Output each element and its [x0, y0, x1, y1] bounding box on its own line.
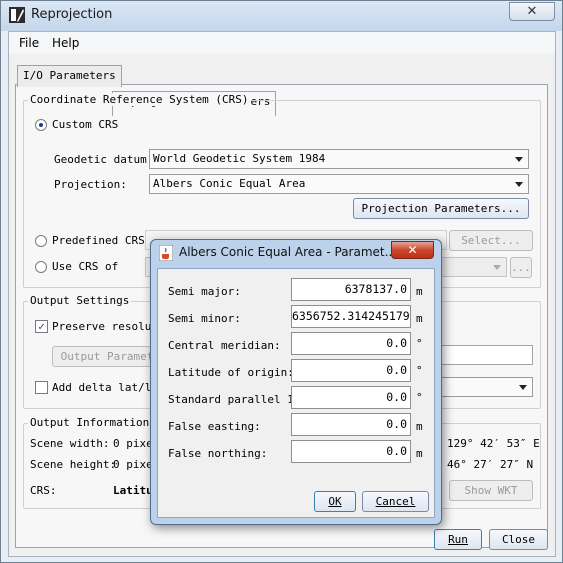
- false-easting-input[interactable]: 0.0: [291, 413, 411, 436]
- output-settings-field[interactable]: [429, 345, 533, 365]
- select-crs-button[interactable]: Select...: [449, 230, 533, 251]
- standard-parallel-1-label: Standard parallel 1:: [168, 393, 301, 406]
- window-close-button[interactable]: ✕: [509, 2, 555, 21]
- chevron-down-icon: [519, 385, 527, 390]
- central-meridian-unit: °: [416, 337, 423, 350]
- crs-info-value: Latitu: [113, 484, 153, 497]
- tab-io-parameters[interactable]: I/O Parameters: [17, 65, 122, 87]
- run-button-label: Run: [448, 533, 468, 546]
- custom-crs-radio[interactable]: [35, 119, 47, 131]
- chevron-down-icon: [515, 182, 523, 187]
- dialog-title: Albers Conic Equal Area - Paramet...: [179, 245, 397, 259]
- semi-minor-label: Semi minor:: [168, 312, 241, 325]
- false-northing-input[interactable]: 0.0: [291, 440, 411, 463]
- center-latitude-value: 46° 27′ 27″ N: [447, 458, 534, 471]
- use-crs-of-label: Use CRS of: [52, 260, 119, 273]
- menu-help[interactable]: Help: [52, 36, 79, 50]
- standard-parallel-1-input[interactable]: 0.0: [291, 386, 411, 409]
- latitude-of-origin-label: Latitude of origin:: [168, 366, 294, 379]
- use-crs-of-radio[interactable]: [35, 261, 47, 273]
- projection-select[interactable]: Albers Conic Equal Area: [149, 174, 529, 194]
- false-easting-unit: m: [416, 420, 423, 433]
- use-crs-browse-button[interactable]: ...: [510, 257, 532, 278]
- window-titlebar[interactable]: Reprojection ✕: [1, 1, 562, 31]
- semi-minor-input[interactable]: 6356752.314245179: [291, 305, 411, 328]
- predefined-crs-label: Predefined CRS: [52, 234, 145, 247]
- geodetic-datum-value: World Geodetic System 1984: [153, 152, 326, 165]
- dialog-close-button[interactable]: ✕: [391, 241, 434, 259]
- false-northing-label: False northing:: [168, 447, 268, 460]
- close-button[interactable]: Close: [489, 529, 548, 550]
- standard-parallel-1-unit: °: [416, 391, 423, 404]
- app-icon: [9, 7, 25, 23]
- central-meridian-input[interactable]: 0.0: [291, 332, 411, 355]
- menu-file[interactable]: File: [19, 36, 39, 50]
- output-information-title: Output Information: [28, 416, 152, 429]
- projection-parameters-button[interactable]: Projection Parameters...: [353, 198, 529, 219]
- semi-minor-unit: m: [416, 312, 423, 325]
- semi-major-label: Semi major:: [168, 285, 241, 298]
- ok-button[interactable]: OK: [314, 491, 356, 512]
- window-title: Reprojection: [31, 7, 113, 22]
- geodetic-datum-select[interactable]: World Geodetic System 1984: [149, 149, 529, 169]
- add-delta-checkbox[interactable]: [35, 381, 48, 394]
- projection-parameters-dialog: Albers Conic Equal Area - Paramet... ✕ S…: [150, 239, 442, 525]
- add-delta-label: Add delta lat/lon: [52, 381, 165, 394]
- false-easting-label: False easting:: [168, 420, 261, 433]
- projection-value: Albers Conic Equal Area: [153, 177, 306, 190]
- cancel-button[interactable]: Cancel: [362, 491, 429, 512]
- projection-label: Projection:: [54, 178, 127, 191]
- output-parameters-button[interactable]: Output Paramet: [52, 346, 162, 367]
- menu-bar: File Help: [9, 32, 555, 54]
- dialog-body: Semi major: 6378137.0 m Semi minor: 6356…: [157, 268, 435, 518]
- crs-info-label: CRS:: [30, 484, 57, 497]
- output-settings-title: Output Settings: [28, 294, 132, 307]
- false-northing-unit: m: [416, 447, 423, 460]
- predefined-crs-radio[interactable]: [35, 235, 47, 247]
- chevron-down-icon: [515, 157, 523, 162]
- scene-height-label: Scene height:: [30, 458, 117, 471]
- semi-major-input[interactable]: 6378137.0: [291, 278, 411, 301]
- geodetic-datum-label: Geodetic datum:: [54, 153, 154, 166]
- latitude-of-origin-unit: °: [416, 364, 423, 377]
- custom-crs-label: Custom CRS: [52, 118, 119, 131]
- central-meridian-label: Central meridian:: [168, 339, 281, 352]
- ok-button-label: OK: [328, 495, 342, 508]
- semi-major-unit: m: [416, 285, 423, 298]
- latitude-of-origin-input[interactable]: 0.0: [291, 359, 411, 382]
- show-wkt-button[interactable]: Show WKT: [449, 480, 533, 501]
- delta-select[interactable]: [429, 377, 533, 397]
- crs-group-title: Coordinate Reference System (CRS): [28, 93, 251, 106]
- chevron-down-icon: [493, 265, 501, 270]
- scene-width-label: Scene width:: [30, 437, 110, 450]
- center-longitude-value: 129° 42′ 53″ E: [447, 437, 540, 450]
- java-cup-icon: [159, 245, 173, 261]
- run-button[interactable]: Run: [434, 529, 482, 550]
- preserve-resolution-checkbox[interactable]: ✓: [35, 320, 48, 333]
- cancel-button-label: Cancel: [375, 495, 416, 508]
